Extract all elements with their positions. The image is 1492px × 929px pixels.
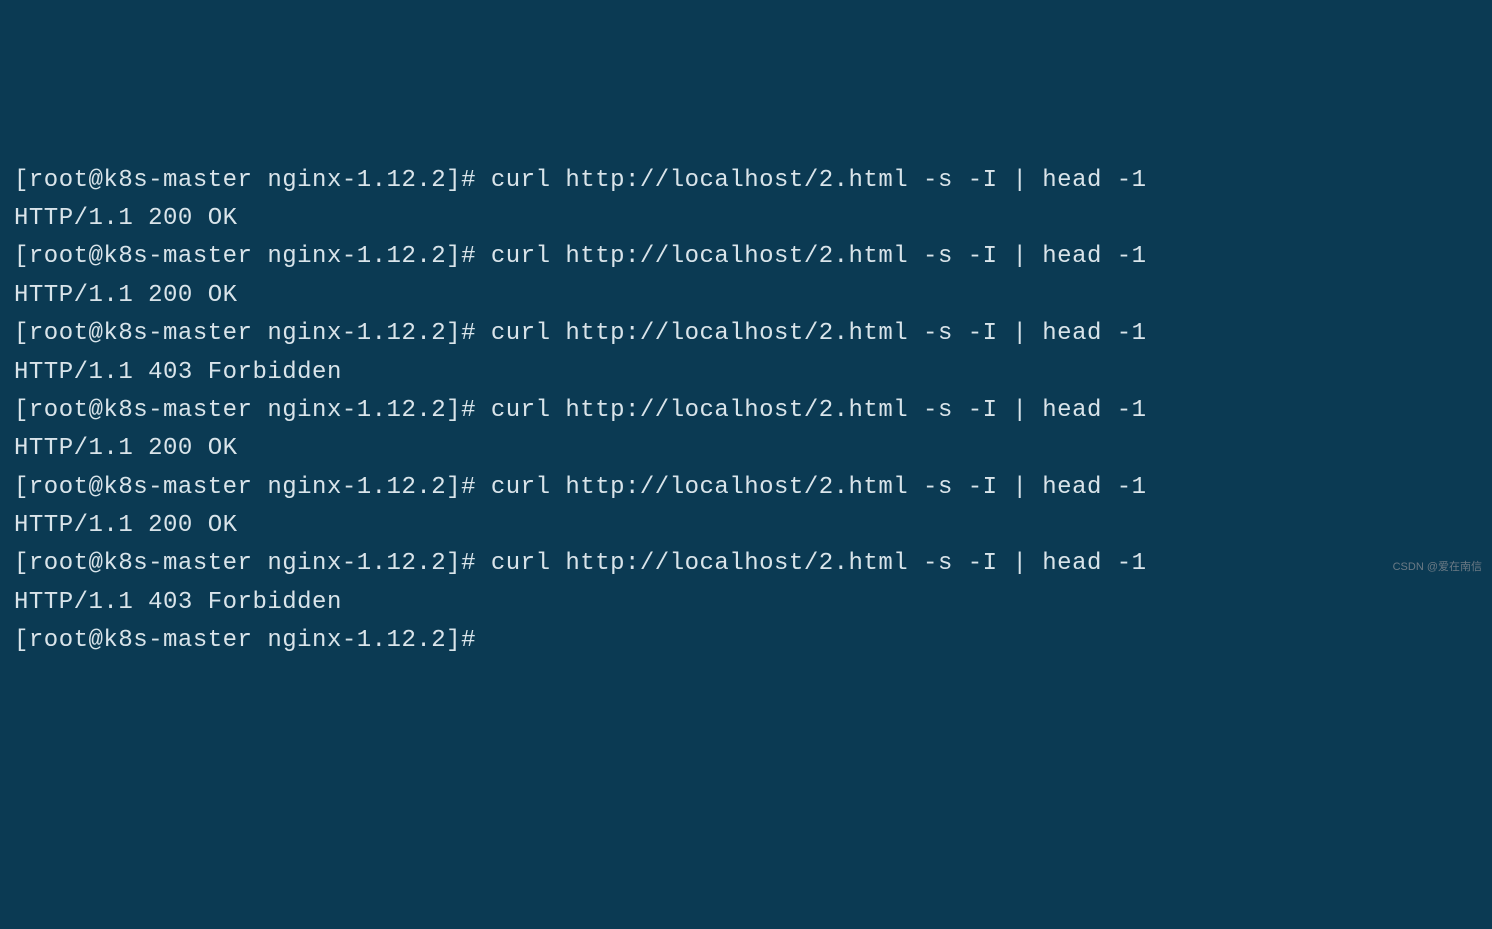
shell-prompt: [root@k8s-master nginx-1.12.2]# (14, 627, 491, 654)
terminal-line: [root@k8s-master nginx-1.12.2]# curl htt… (14, 469, 1478, 507)
shell-command: curl http://localhost/2.html -s -I | hea… (491, 397, 1147, 424)
terminal-line: HTTP/1.1 200 OK (14, 200, 1478, 238)
shell-prompt: [root@k8s-master nginx-1.12.2]# (14, 550, 491, 577)
terminal-output[interactable]: [root@k8s-master nginx-1.12.2]# curl htt… (14, 162, 1478, 661)
terminal-line: HTTP/1.1 403 Forbidden (14, 354, 1478, 392)
shell-command: curl http://localhost/2.html -s -I | hea… (491, 167, 1147, 194)
shell-prompt: [root@k8s-master nginx-1.12.2]# (14, 474, 491, 501)
terminal-line: [root@k8s-master nginx-1.12.2]# curl htt… (14, 238, 1478, 276)
terminal-line: HTTP/1.1 200 OK (14, 430, 1478, 468)
shell-prompt: [root@k8s-master nginx-1.12.2]# (14, 397, 491, 424)
terminal-line: [root@k8s-master nginx-1.12.2]# curl htt… (14, 392, 1478, 430)
shell-prompt: [root@k8s-master nginx-1.12.2]# (14, 243, 491, 270)
terminal-line: [root@k8s-master nginx-1.12.2]# curl htt… (14, 315, 1478, 353)
terminal-line: [root@k8s-master nginx-1.12.2]# curl htt… (14, 545, 1478, 583)
shell-command: curl http://localhost/2.html -s -I | hea… (491, 243, 1147, 270)
terminal-line: HTTP/1.1 403 Forbidden (14, 584, 1478, 622)
terminal-line: [root@k8s-master nginx-1.12.2]# curl htt… (14, 162, 1478, 200)
shell-command: curl http://localhost/2.html -s -I | hea… (491, 550, 1147, 577)
terminal-line: HTTP/1.1 200 OK (14, 507, 1478, 545)
watermark-text: CSDN @爱在南信 (1393, 559, 1482, 577)
shell-command: curl http://localhost/2.html -s -I | hea… (491, 474, 1147, 501)
terminal-line: HTTP/1.1 200 OK (14, 277, 1478, 315)
shell-prompt: [root@k8s-master nginx-1.12.2]# (14, 320, 491, 347)
shell-command: curl http://localhost/2.html -s -I | hea… (491, 320, 1147, 347)
terminal-line: [root@k8s-master nginx-1.12.2]# (14, 622, 1478, 660)
shell-prompt: [root@k8s-master nginx-1.12.2]# (14, 167, 491, 194)
